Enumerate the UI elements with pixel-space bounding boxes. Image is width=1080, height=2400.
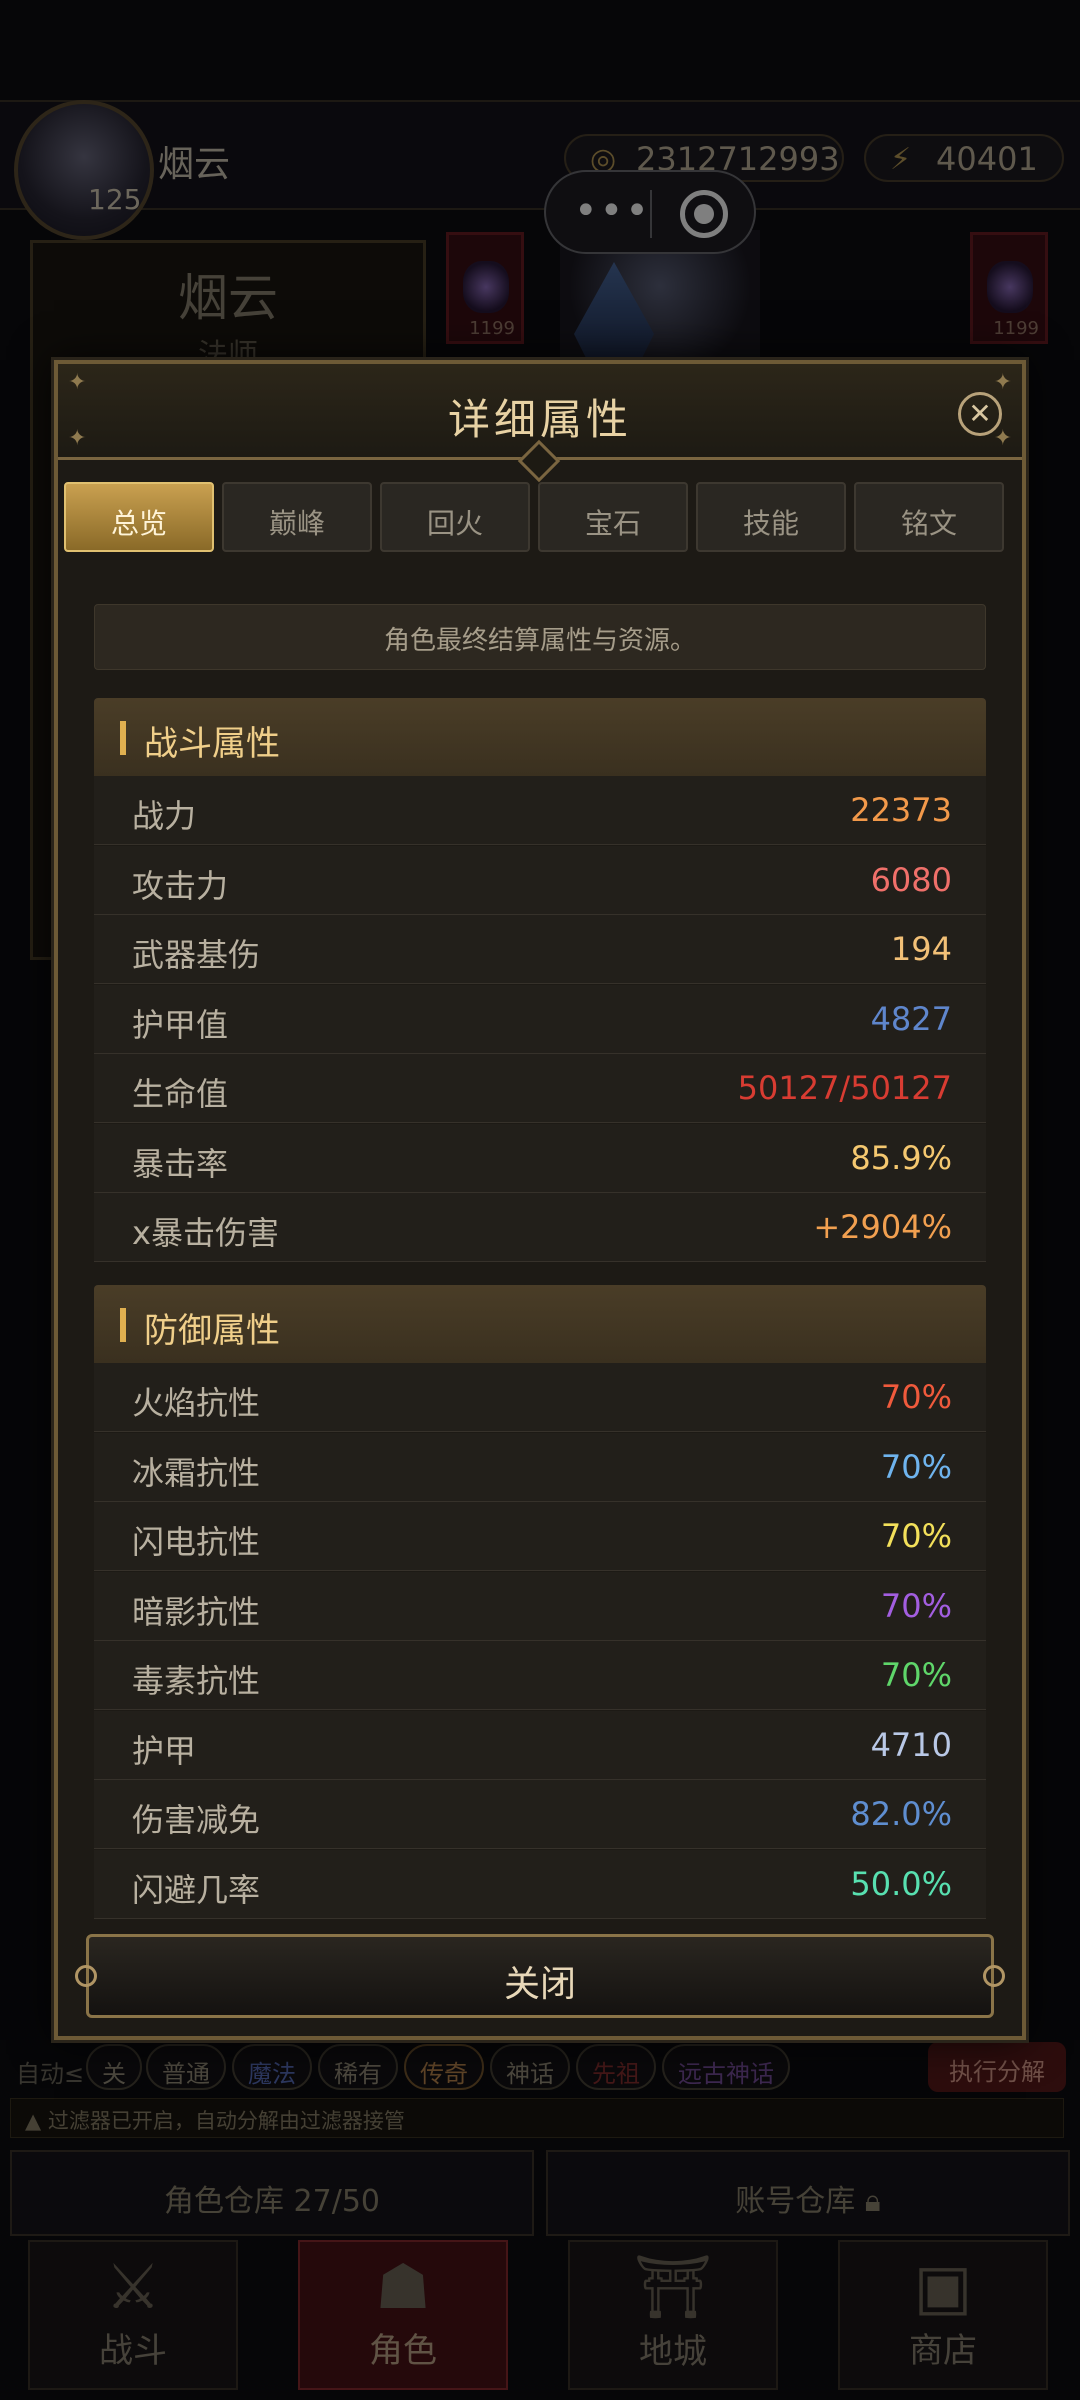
stat-row: 冰霜抗性 70%: [94, 1432, 986, 1502]
stat-row: 武器基伤 194: [94, 915, 986, 984]
stat-row: 攻击力 6080: [94, 845, 986, 915]
combat-section-header: 战斗属性: [94, 698, 986, 776]
stat-label: 火焰抗性: [132, 1384, 261, 1422]
stat-value: 85.9%: [850, 1138, 952, 1177]
stat-value: 82.0%: [850, 1795, 952, 1833]
stat-value: 4710: [870, 1725, 952, 1764]
stat-value: 22373: [850, 791, 952, 829]
tab-strip: 总览 巅峰 回火 宝石 技能 铭文: [64, 482, 1016, 564]
stat-row: 火焰抗性 70%: [94, 1363, 986, 1432]
section-accent: [120, 1308, 126, 1342]
tab-skills[interactable]: 技能: [696, 482, 846, 552]
modal-title: 详细属性: [447, 395, 632, 444]
defense-section-header: 防御属性: [94, 1285, 986, 1363]
stat-value: 194: [890, 930, 952, 968]
button-ornament: [75, 1965, 97, 1987]
stat-row: 伤害减免 82.0%: [94, 1780, 986, 1849]
close-icon[interactable]: ✕: [958, 392, 1002, 436]
tab-overview[interactable]: 总览: [64, 482, 214, 552]
stat-label: x暴击伤害: [132, 1214, 279, 1252]
stat-value: 50127/50127: [737, 1069, 952, 1107]
stat-label: 战力: [132, 797, 197, 835]
stat-value: 70%: [880, 1517, 952, 1555]
stat-label: 伤害减免: [132, 1801, 261, 1839]
stat-label: 护甲: [132, 1731, 197, 1770]
stat-label: 攻击力: [132, 866, 229, 905]
stat-label: 冰霜抗性: [132, 1453, 261, 1492]
stat-label: 武器基伤: [132, 936, 261, 974]
close-button-label: 关闭: [503, 1964, 576, 2005]
stat-row: 闪避几率 50.0%: [94, 1849, 986, 1919]
stat-row: 护甲值 4827: [94, 984, 986, 1054]
button-ornament: [983, 1965, 1005, 1987]
tab-gems[interactable]: 宝石: [538, 482, 688, 552]
section-title: 战斗属性: [144, 724, 280, 764]
stat-row: 战力 22373: [94, 776, 986, 845]
section-title: 防御属性: [144, 1311, 280, 1351]
stat-label: 生命值: [132, 1075, 229, 1113]
close-button[interactable]: 关闭: [75, 1934, 1005, 2018]
stat-value: 50.0%: [850, 1864, 952, 1903]
stat-value: +2904%: [813, 1208, 952, 1246]
stat-row: 闪电抗性 70%: [94, 1502, 986, 1571]
tab-inscriptions[interactable]: 铭文: [854, 482, 1004, 552]
stat-label: 闪避几率: [132, 1870, 261, 1909]
stat-value: 6080: [870, 860, 952, 899]
stat-row: x暴击伤害 +2904%: [94, 1193, 986, 1262]
attributes-modal: ✦ ✦ ✦ ✦ 详细属性 ✕ 总览 巅峰 回火 宝石 技能 铭文 角色最终结算属…: [54, 360, 1026, 2040]
stat-value: 70%: [880, 1586, 952, 1625]
stat-label: 护甲值: [132, 1005, 229, 1044]
stat-row: 毒素抗性 70%: [94, 1641, 986, 1710]
stat-row: 生命值 50127/50127: [94, 1054, 986, 1123]
stat-label: 闪电抗性: [132, 1523, 261, 1561]
stat-value: 4827: [870, 999, 952, 1038]
tab-paragon[interactable]: 巅峰: [222, 482, 372, 552]
tab-temper[interactable]: 回火: [380, 482, 530, 552]
stat-row: 护甲 4710: [94, 1710, 986, 1780]
stat-value: 70%: [880, 1378, 952, 1416]
stat-value: 70%: [880, 1447, 952, 1486]
overview-note: 角色最终结算属性与资源。: [94, 604, 986, 670]
section-accent: [120, 721, 126, 755]
stat-row: 暴击率 85.9%: [94, 1123, 986, 1193]
stat-label: 毒素抗性: [132, 1662, 261, 1700]
stat-label: 暴击率: [132, 1144, 229, 1183]
stat-value: 70%: [880, 1656, 952, 1694]
stat-row: 暗影抗性 70%: [94, 1571, 986, 1641]
stat-label: 暗影抗性: [132, 1592, 261, 1631]
